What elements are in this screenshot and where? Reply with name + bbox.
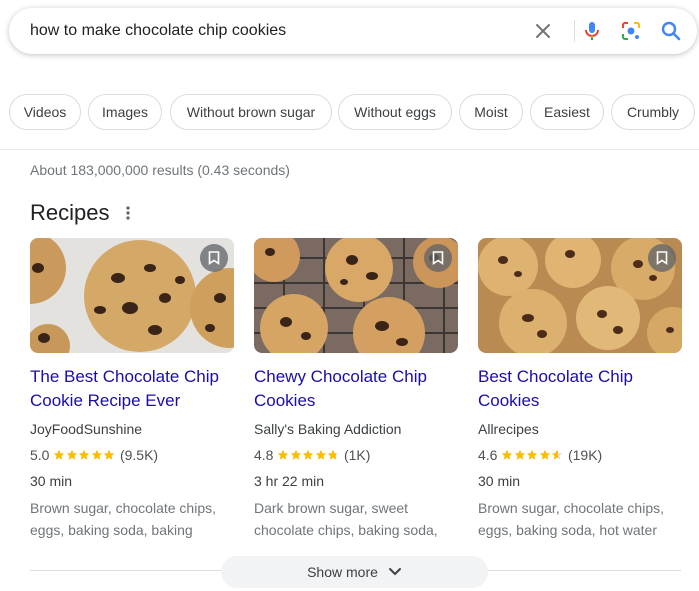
- search-input[interactable]: how to make chocolate chip cookies: [30, 22, 286, 40]
- star-icon: [104, 449, 115, 460]
- chevron-down-icon: [388, 568, 401, 576]
- recipe-ingredients: Dark brown sugar, sweet chocolate chips,…: [254, 500, 438, 538]
- chip-easiest[interactable]: Easiest: [530, 94, 604, 130]
- star-icon: [527, 449, 538, 460]
- star-icon: [79, 449, 90, 460]
- recipe-rating: 4.8 (1K): [254, 446, 458, 464]
- star-icon: [303, 449, 314, 460]
- bookmark-icon: [208, 251, 220, 265]
- save-recipe-button[interactable]: [648, 244, 676, 272]
- star-icon: [514, 449, 526, 460]
- star-icon: [502, 449, 513, 460]
- star-icon: [539, 449, 551, 460]
- recipe-source: JoyFoodSunshine: [30, 421, 143, 437]
- recipe-source: Sally's Baking Addiction: [254, 421, 402, 437]
- rating-value: 4.8: [254, 447, 274, 463]
- recipe-rating: 5.0 (9.5K): [30, 446, 234, 464]
- star-icon: [315, 449, 327, 460]
- recipe-card[interactable]: Chewy Chocolate Chip Cookies Sally's Bak…: [254, 238, 458, 541]
- review-count: (1K): [343, 447, 371, 463]
- clear-icon[interactable]: [531, 19, 555, 43]
- rating-value: 4.6: [478, 447, 498, 463]
- bookmark-icon: [432, 251, 444, 265]
- save-recipe-button[interactable]: [424, 244, 452, 272]
- recipe-title[interactable]: Best Chocolate Chip Cookies: [478, 365, 682, 413]
- star-icon: [54, 449, 65, 460]
- recipe-ingredients: Brown sugar, chocolate chips, eggs, baki…: [478, 500, 664, 538]
- rating-stars: [53, 449, 116, 461]
- chip-without-brown-sugar[interactable]: Without brown sugar: [170, 94, 332, 130]
- result-stats: About 183,000,000 results (0.43 seconds): [30, 162, 290, 178]
- search-icon[interactable]: [659, 19, 683, 43]
- recipe-card[interactable]: The Best Chocolate Chip Cookie Recipe Ev…: [30, 238, 234, 541]
- star-icon: [278, 449, 289, 460]
- review-count: (9.5K): [119, 447, 159, 463]
- star-icon: [66, 449, 78, 460]
- recipe-ingredients: Brown sugar, chocolate chips, eggs, baki…: [30, 500, 216, 538]
- recipe-source: Allrecipes: [478, 421, 539, 437]
- chip-images[interactable]: Images: [88, 94, 162, 130]
- rating-stars: [501, 449, 564, 461]
- review-count: (19K): [567, 447, 603, 463]
- lens-camera-icon[interactable]: [619, 19, 643, 43]
- recipe-image[interactable]: [30, 238, 234, 353]
- star-icon: [91, 449, 103, 460]
- chip-moist[interactable]: Moist: [459, 94, 523, 130]
- recipe-image[interactable]: [254, 238, 458, 353]
- show-more-label: Show more: [307, 564, 378, 580]
- save-recipe-button[interactable]: [200, 244, 228, 272]
- recipes-heading: Recipes: [30, 200, 110, 225]
- chip-videos[interactable]: Videos: [9, 94, 81, 130]
- recipe-title[interactable]: Chewy Chocolate Chip Cookies: [254, 365, 458, 413]
- recipe-rating: 4.6 (19K): [478, 446, 682, 464]
- recipe-time: 30 min: [478, 473, 521, 489]
- search-bar[interactable]: how to make chocolate chip cookies: [9, 8, 697, 54]
- filter-chips: Videos Images Without brown sugar Withou…: [9, 94, 699, 132]
- search-bar-separator: [574, 20, 575, 42]
- microphone-icon[interactable]: [580, 19, 604, 43]
- chip-crumbly[interactable]: Crumbly: [611, 94, 695, 130]
- divider: [0, 149, 699, 150]
- recipe-card[interactable]: Best Chocolate Chip Cookies Allrecipes 4…: [478, 238, 682, 541]
- star-icon: [328, 449, 339, 460]
- star-icon: [290, 449, 302, 460]
- chip-without-eggs[interactable]: Without eggs: [338, 94, 452, 130]
- recipe-time: 30 min: [30, 473, 73, 489]
- bookmark-icon: [656, 251, 668, 265]
- recipe-image[interactable]: [478, 238, 682, 353]
- recipe-title[interactable]: The Best Chocolate Chip Cookie Recipe Ev…: [30, 365, 234, 413]
- rating-stars: [277, 449, 340, 461]
- recipe-time: 3 hr 22 min: [254, 473, 325, 489]
- more-options-icon[interactable]: [118, 202, 138, 224]
- show-more-button[interactable]: Show more: [221, 556, 488, 588]
- star-icon: [552, 449, 563, 460]
- rating-value: 5.0: [30, 447, 50, 463]
